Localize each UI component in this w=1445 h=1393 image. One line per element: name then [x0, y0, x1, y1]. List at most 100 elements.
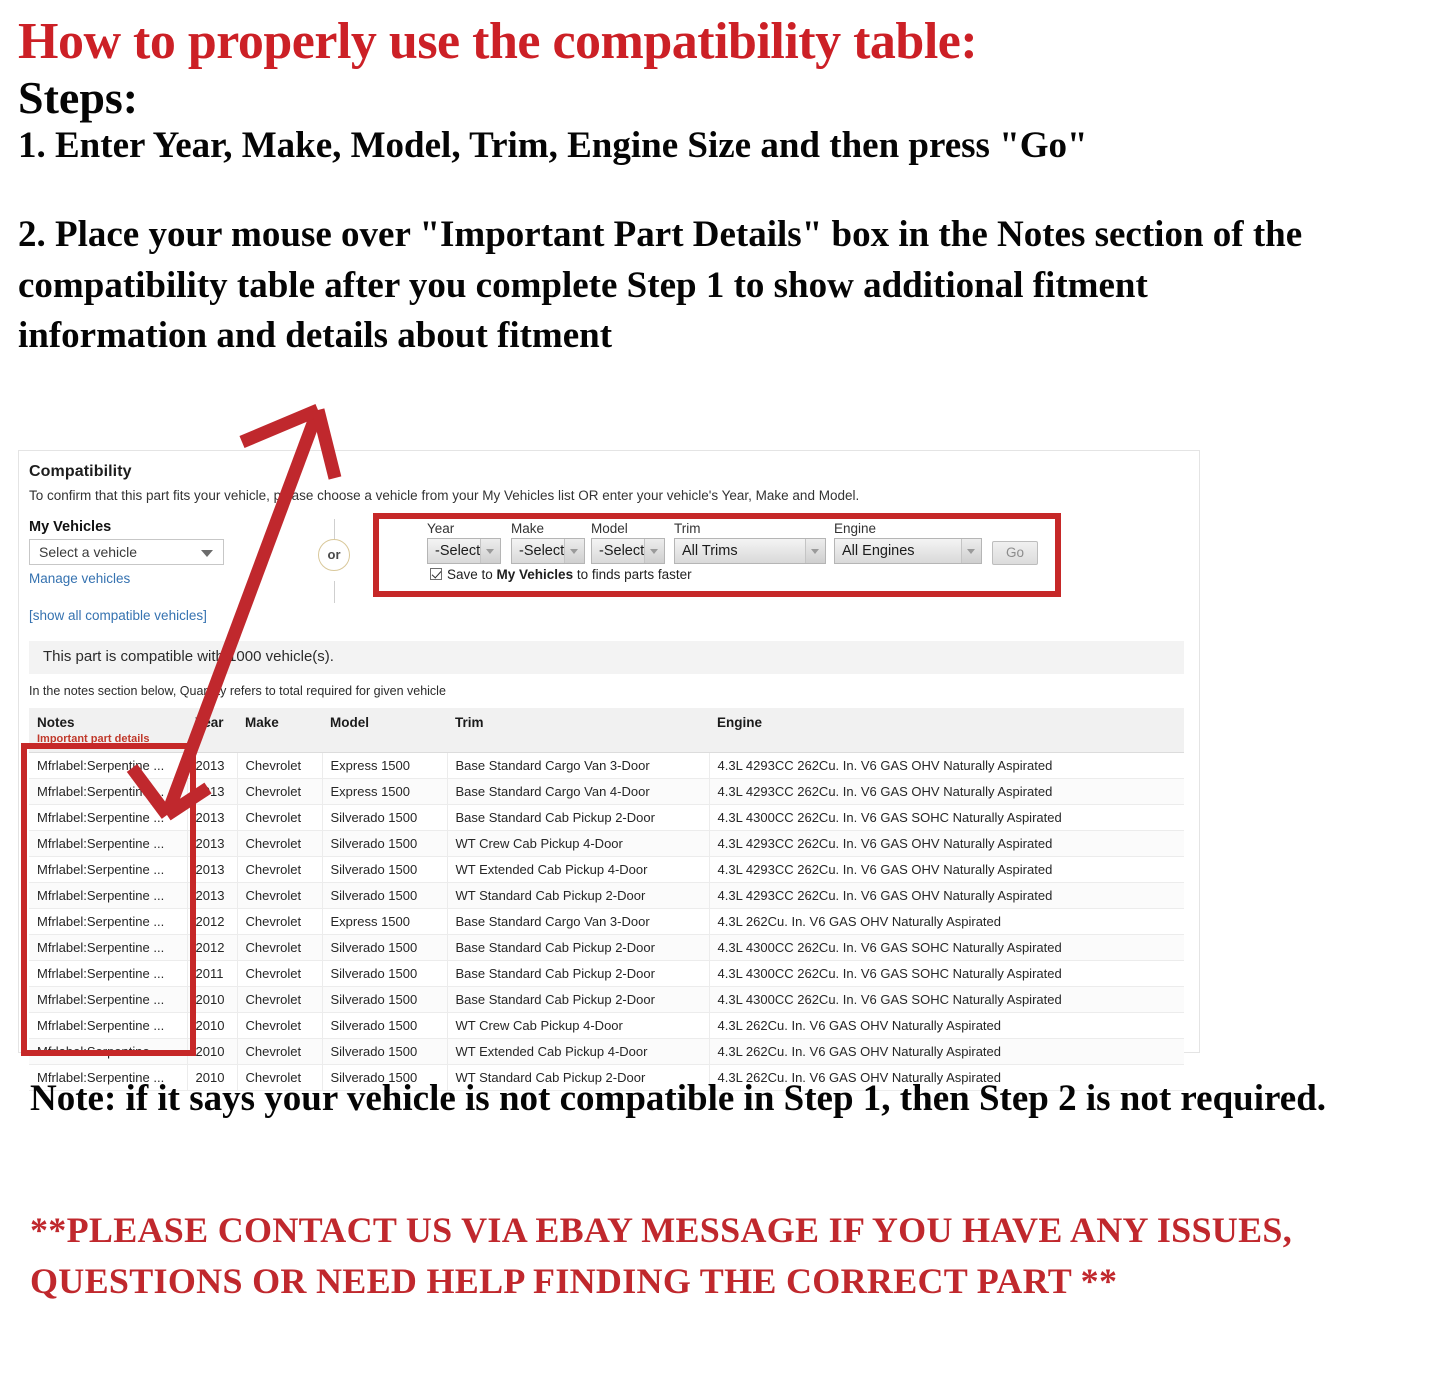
engine-select[interactable]: All Engines: [834, 538, 982, 564]
cell-engine: 4.3L 4293CC 262Cu. In. V6 GAS OHV Natura…: [709, 830, 1184, 857]
cell-notes[interactable]: Mfrlabel:Serpentine ...: [29, 960, 188, 987]
cell-trim: Base Standard Cab Pickup 2-Door: [447, 960, 710, 987]
cell-model: Silverado 1500: [322, 934, 448, 961]
show-all-compatible-vehicles-link[interactable]: [show all compatible vehicles]: [29, 608, 207, 623]
cell-engine: 4.3L 4293CC 262Cu. In. V6 GAS OHV Natura…: [709, 752, 1184, 779]
cell-year: 2013: [187, 804, 238, 831]
column-header-notes-label: Notes: [37, 715, 75, 730]
table-row: Mfrlabel:Serpentine ... 2011 Chevrolet Silv…: [29, 960, 1184, 987]
cell-trim: Base Standard Cargo Van 3-Door: [447, 752, 710, 779]
or-circle: or: [318, 539, 350, 571]
year-select-value: -Select-: [435, 543, 485, 559]
trim-field: Trim All Trims: [674, 521, 826, 564]
cell-engine: 4.3L 4300CC 262Cu. In. V6 GAS SOHC Natur…: [709, 986, 1184, 1013]
cell-year: 2010: [187, 986, 238, 1013]
column-header-model[interactable]: Model: [322, 708, 447, 753]
or-line-top: [334, 519, 335, 541]
cell-engine: 4.3L 4293CC 262Cu. In. V6 GAS OHV Natura…: [709, 882, 1184, 909]
cell-trim: Base Standard Cab Pickup 2-Door: [447, 986, 710, 1013]
save-to-my-vehicles-checkbox[interactable]: [430, 568, 442, 580]
cell-notes[interactable]: Mfrlabel:Serpentine ...: [29, 752, 188, 779]
compatibility-subtext: To confirm that this part fits your vehi…: [29, 488, 860, 503]
cell-trim: WT Extended Cab Pickup 4-Door: [447, 1038, 710, 1065]
cell-engine: 4.3L 4300CC 262Cu. In. V6 GAS SOHC Natur…: [709, 960, 1184, 987]
cell-notes[interactable]: Mfrlabel:Serpentine ...: [29, 1038, 188, 1065]
go-button[interactable]: Go: [992, 541, 1038, 565]
cell-make: Chevrolet: [237, 804, 323, 831]
my-vehicles-label: My Vehicles: [29, 519, 112, 535]
cell-trim: WT Crew Cab Pickup 4-Door: [447, 830, 710, 857]
cell-year: 2013: [187, 778, 238, 805]
model-field: Model -Select-: [591, 521, 665, 564]
cell-notes[interactable]: Mfrlabel:Serpentine ...: [29, 778, 188, 805]
cell-trim: WT Crew Cab Pickup 4-Door: [447, 1012, 710, 1039]
contact-text: **PLEASE CONTACT US VIA EBAY MESSAGE IF …: [30, 1210, 1293, 1302]
vehicle-select-value: Select a vehicle: [39, 544, 138, 560]
cell-make: Chevrolet: [237, 778, 323, 805]
cell-trim: Base Standard Cargo Van 4-Door: [447, 778, 710, 805]
cell-model: Silverado 1500: [322, 882, 448, 909]
table-row: Mfrlabel:Serpentine ... 2010 Chevrolet Silv…: [29, 986, 1184, 1013]
cell-make: Chevrolet: [237, 960, 323, 987]
make-select-value: -Select-: [519, 543, 569, 559]
cell-model: Silverado 1500: [322, 986, 448, 1013]
instructions-block: How to properly use the compatibility ta…: [18, 14, 1398, 361]
trim-select-value: All Trims: [682, 543, 738, 559]
year-field: Year -Select-: [427, 521, 501, 564]
steps-label: Steps:: [18, 72, 139, 124]
cell-make: Chevrolet: [237, 908, 323, 935]
cell-notes[interactable]: Mfrlabel:Serpentine ...: [29, 856, 188, 883]
or-line-bottom: [334, 581, 335, 603]
chevron-down-icon: [480, 539, 500, 563]
cell-make: Chevrolet: [237, 986, 323, 1013]
column-header-engine[interactable]: Engine: [709, 708, 1184, 753]
cell-year: 2013: [187, 882, 238, 909]
cell-year: 2010: [187, 1012, 238, 1039]
engine-field-label: Engine: [834, 521, 877, 536]
column-header-trim[interactable]: Trim: [447, 708, 709, 753]
chevron-down-icon: [805, 539, 825, 563]
chevron-down-icon: [644, 539, 664, 563]
cell-model: Silverado 1500: [322, 804, 448, 831]
important-part-details-label[interactable]: Important part details: [37, 733, 187, 745]
table-row: Mfrlabel:Serpentine ... 2012 Chevrolet Expr…: [29, 908, 1184, 935]
step-1-text: 1. Enter Year, Make, Model, Trim, Engine…: [18, 124, 1088, 166]
cell-notes[interactable]: Mfrlabel:Serpentine ...: [29, 830, 188, 857]
cell-engine: 4.3L 262Cu. In. V6 GAS OHV Naturally Asp…: [709, 1038, 1184, 1065]
column-header-make[interactable]: Make: [237, 708, 322, 753]
cell-model: Silverado 1500: [322, 856, 448, 883]
cell-trim: Base Standard Cab Pickup 2-Door: [447, 804, 710, 831]
column-header-notes[interactable]: Notes Important part details: [29, 708, 187, 753]
cell-notes[interactable]: Mfrlabel:Serpentine ...: [29, 934, 188, 961]
vehicle-select-dropdown[interactable]: Select a vehicle: [29, 539, 224, 565]
model-select-value: -Select-: [599, 543, 649, 559]
cell-notes[interactable]: Mfrlabel:Serpentine ...: [29, 908, 188, 935]
compatibility-panel: Compatibility To confirm that this part …: [18, 450, 1200, 1091]
make-field: Make -Select-: [511, 521, 585, 564]
cell-engine: 4.3L 4293CC 262Cu. In. V6 GAS OHV Natura…: [709, 778, 1184, 805]
cell-model: Silverado 1500: [322, 1038, 448, 1065]
cell-year: 2012: [187, 908, 238, 935]
table-row: Mfrlabel:Serpentine ... 2013 Chevrolet Silv…: [29, 856, 1184, 883]
chevron-down-icon: [201, 550, 213, 557]
manage-vehicles-link[interactable]: Manage vehicles: [29, 571, 130, 586]
year-select[interactable]: -Select-: [427, 538, 501, 564]
table-row: Mfrlabel:Serpentine ... 2012 Chevrolet Silv…: [29, 934, 1184, 961]
save-prefix-label: Save to: [447, 567, 497, 582]
column-header-year[interactable]: Year: [187, 708, 237, 753]
cell-model: Silverado 1500: [322, 1012, 448, 1039]
trim-select[interactable]: All Trims: [674, 538, 826, 564]
cell-notes[interactable]: Mfrlabel:Serpentine ...: [29, 986, 188, 1013]
cell-model: Silverado 1500: [322, 960, 448, 987]
save-to-my-vehicles-row[interactable]: Save to My Vehicles to finds parts faste…: [430, 567, 692, 582]
make-select[interactable]: -Select-: [511, 538, 585, 564]
cell-engine: 4.3L 4300CC 262Cu. In. V6 GAS SOHC Natur…: [709, 934, 1184, 961]
cell-year: 2010: [187, 1038, 238, 1065]
cell-notes[interactable]: Mfrlabel:Serpentine ...: [29, 882, 188, 909]
cell-year: 2012: [187, 934, 238, 961]
model-select[interactable]: -Select-: [591, 538, 665, 564]
cell-notes[interactable]: Mfrlabel:Serpentine ...: [29, 804, 188, 831]
chevron-down-icon: [961, 539, 981, 563]
cell-trim: WT Extended Cab Pickup 4-Door: [447, 856, 710, 883]
cell-notes[interactable]: Mfrlabel:Serpentine ...: [29, 1012, 188, 1039]
